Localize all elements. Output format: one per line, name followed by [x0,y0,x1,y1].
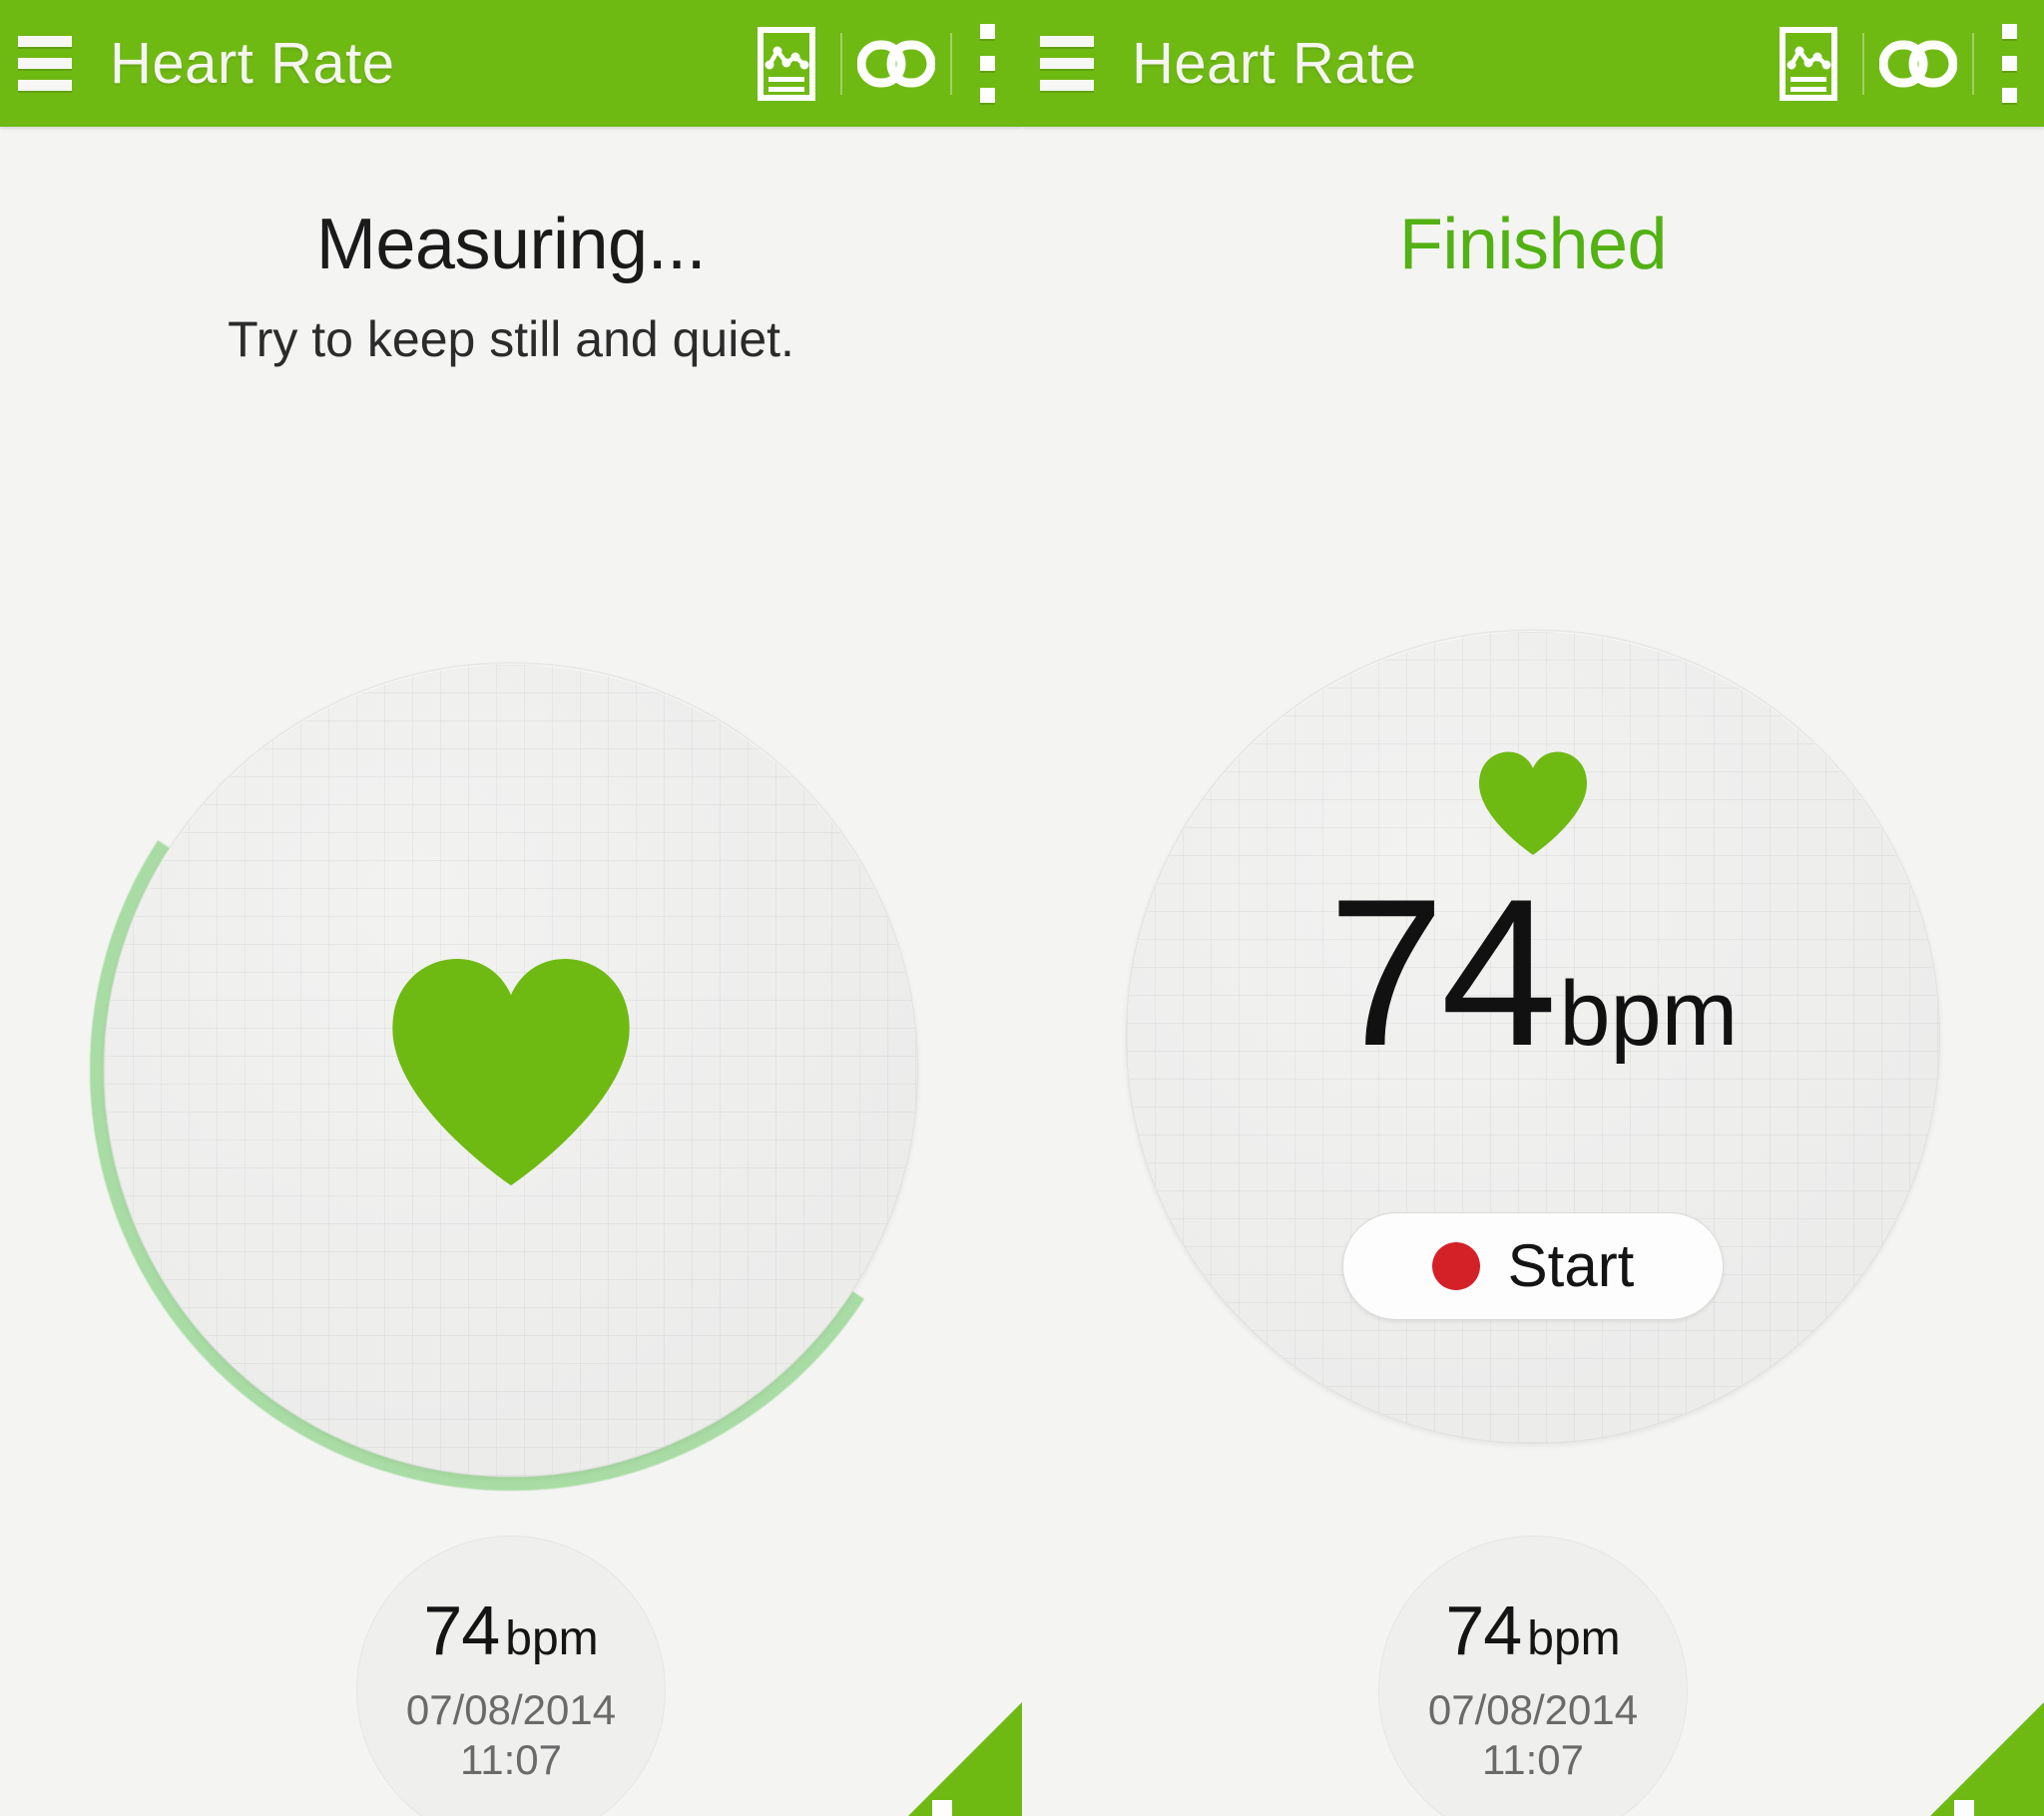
link-icon [857,40,935,87]
history-time: 11:07 [460,1736,562,1783]
measurement-log-button[interactable] [733,0,840,127]
history-reading: 74 bpm [1445,1595,1620,1665]
bar-chart-icon [932,1800,952,1816]
app-bar-actions [733,0,1022,127]
chart-fab-button[interactable] [826,1702,1022,1816]
link-button[interactable] [1864,0,1972,127]
history-reading: 74 bpm [423,1595,598,1665]
status-title: Measuring... [315,205,707,284]
history-bubble[interactable]: 74 bpm 07/08/2014 11:07 [356,1536,666,1816]
start-button-label: Start [1507,1232,1635,1299]
record-dot-icon [1431,1242,1480,1290]
hamburger-icon[interactable] [1040,33,1102,95]
overflow-menu-icon[interactable] [952,0,1022,127]
dial-face [104,663,918,1477]
link-button[interactable] [842,0,950,127]
bpm-value: 74 [1327,855,1558,1090]
measuring-dial[interactable] [11,570,1011,1570]
history-value: 74 [423,1591,500,1670]
history-time: 11:07 [1482,1736,1584,1783]
history-date: 07/08/2014 [405,1686,617,1734]
history-date: 07/08/2014 [1427,1686,1639,1734]
measurement-log-button[interactable] [1755,0,1862,127]
dial-face: 74 bpm Start [1126,630,1940,1444]
history-unit: bpm [505,1612,599,1666]
app-bar-actions [1755,0,2044,127]
history-unit: bpm [1527,1612,1621,1666]
chart-fab-button[interactable] [1848,1702,2044,1816]
link-icon [1879,40,1957,87]
history-bubble[interactable]: 74 bpm 07/08/2014 11:07 [1378,1536,1688,1816]
measurement-log-icon [758,26,815,101]
panel-measuring: Heart Rate Measuring... Try to keep stil… [0,0,1022,1816]
screenshot-pair: Heart Rate Measuring... Try to keep stil… [0,0,2044,1816]
bar-chart-icon [1954,1800,1974,1816]
app-bar: Heart Rate [0,0,1022,127]
page-title: Heart Rate [110,31,395,96]
panel-body: Measuring... Try to keep still and quiet… [0,209,1022,1816]
measurement-log-icon [1780,26,1837,101]
status-title: Finished [1398,205,1668,284]
app-bar: Heart Rate [1022,0,2044,127]
start-button[interactable]: Start [1342,1212,1724,1320]
bpm-unit: bpm [1559,963,1739,1065]
overflow-menu-icon[interactable] [1974,0,2044,127]
bpm-reading: 74 bpm [1328,868,1739,1078]
history-value: 74 [1445,1591,1522,1670]
panel-body: Finished 74 bpm Start 74 bpm 07/08/2014 … [1022,209,2044,1816]
heart-icon [392,959,630,1186]
heart-icon [1479,751,1587,855]
status-subtitle: Try to keep still and quiet. [228,311,794,367]
hamburger-icon[interactable] [18,33,80,95]
page-title: Heart Rate [1132,31,1417,96]
result-dial[interactable]: 74 bpm Start [1104,608,1962,1466]
panel-finished: Heart Rate Finished 74 bpm Start 74 bpm … [1022,0,2044,1816]
